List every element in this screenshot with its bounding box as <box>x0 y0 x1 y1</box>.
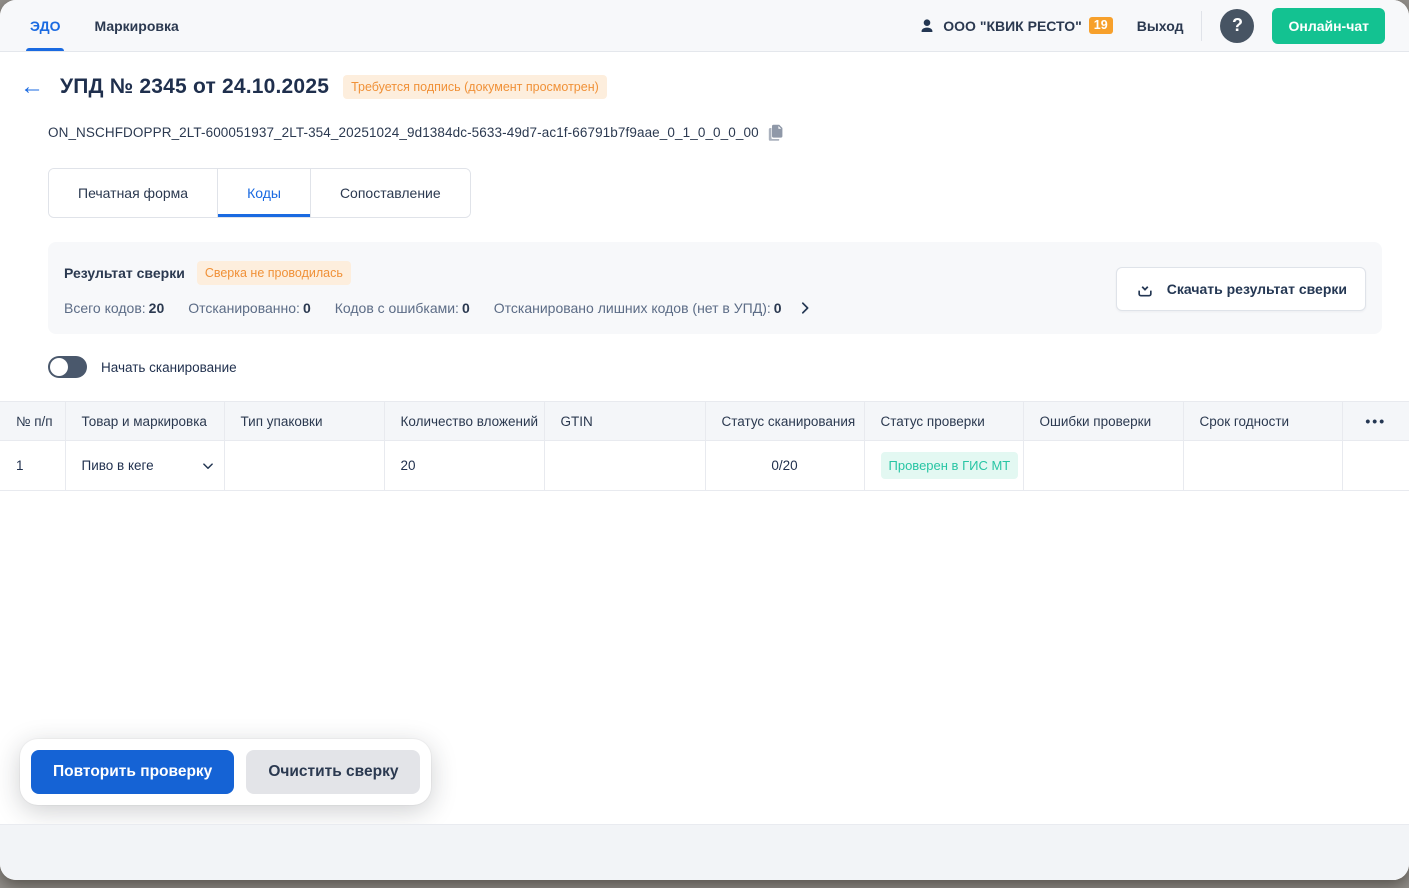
repeat-check-button[interactable]: Повторить проверку <box>31 750 234 794</box>
tab-matching[interactable]: Сопоставление <box>310 169 470 217</box>
col-check-errors: Ошибки проверки <box>1023 402 1183 441</box>
product-dropdown[interactable]: Пиво в кеге <box>82 458 214 473</box>
main-content: ← УПД № 2345 от 24.10.2025 Требуется под… <box>0 52 1409 824</box>
start-scan-toggle[interactable] <box>48 356 87 378</box>
download-result-button[interactable]: Скачать результат сверки <box>1116 267 1366 311</box>
footer-strip <box>0 824 1409 880</box>
toggle-knob <box>50 358 68 376</box>
cell-expiry <box>1183 441 1342 491</box>
check-status-badge: Проверен в ГИС МТ <box>881 452 1019 479</box>
col-scan-status: Статус сканирования <box>705 402 864 441</box>
verification-stats: Всего кодов:20 Отсканированно:0 Кодов с … <box>64 300 812 316</box>
codes-table: № п/п Товар и маркировка Тип упаковки Ко… <box>0 401 1409 491</box>
user-icon <box>918 17 936 35</box>
verification-status-badge: Сверка не проводилась <box>197 261 351 285</box>
org-name: ООО "КВИК РЕСТО" <box>943 18 1082 34</box>
floating-action-panel: Повторить проверку Очистить сверку <box>20 739 431 805</box>
cell-nested-count: 20 <box>384 441 544 491</box>
cell-gtin <box>544 441 705 491</box>
product-name: Пиво в кеге <box>82 458 154 473</box>
verification-panel: Результат сверки Сверка не проводилась В… <box>48 242 1382 334</box>
chevron-down-icon <box>202 460 214 472</box>
stat-scanned: Отсканированно:0 <box>188 300 311 316</box>
copy-icon[interactable] <box>768 123 784 141</box>
col-expiry: Срок годности <box>1183 402 1342 441</box>
org-notification-badge: 19 <box>1089 17 1113 35</box>
cell-product: Пиво в кеге <box>65 441 224 491</box>
scan-toggle-row: Начать сканирование <box>48 356 1409 378</box>
tab-printed-form[interactable]: Печатная форма <box>49 169 217 217</box>
document-filename: ON_NSCHFDOPPR_2LT-600051937_2LT-354_2025… <box>48 125 759 140</box>
cell-more <box>1342 441 1409 491</box>
stat-error-codes: Кодов с ошибками:0 <box>335 300 470 316</box>
tab-codes[interactable]: Коды <box>217 169 310 217</box>
verification-title: Результат сверки <box>64 265 185 281</box>
clear-verification-button[interactable]: Очистить сверку <box>246 750 420 794</box>
title-row: ← УПД № 2345 от 24.10.2025 Требуется под… <box>18 75 1409 99</box>
document-status-badge: Требуется подпись (документ просмотрен) <box>343 75 607 99</box>
help-button[interactable]: ? <box>1220 9 1254 43</box>
stat-extra-codes: Отсканировано лишних кодов (нет в УПД):0 <box>494 300 782 316</box>
col-gtin: GTIN <box>544 402 705 441</box>
col-product: Товар и маркировка <box>65 402 224 441</box>
cell-check-errors <box>1023 441 1183 491</box>
cell-scan-status: 0/20 <box>705 441 864 491</box>
download-icon <box>1135 279 1155 299</box>
nav-item-markirovka[interactable]: Маркировка <box>94 0 178 51</box>
table-header-row: № п/п Товар и маркировка Тип упаковки Ко… <box>0 402 1409 441</box>
top-bar-right: ООО "КВИК РЕСТО" 19 Выход ? Онлайн-чат <box>918 0 1385 51</box>
cell-check-status: Проверен в ГИС МТ <box>864 441 1023 491</box>
back-arrow-icon[interactable]: ← <box>18 75 46 99</box>
user-org-menu[interactable]: ООО "КВИК РЕСТО" 19 <box>918 17 1112 35</box>
logout-link[interactable]: Выход <box>1137 18 1184 34</box>
top-bar: ЭДО Маркировка ООО "КВИК РЕСТО" 19 Выход… <box>0 0 1409 52</box>
download-label: Скачать результат сверки <box>1167 281 1347 297</box>
top-navigation: ЭДО Маркировка <box>30 0 179 51</box>
cell-package-type <box>224 441 384 491</box>
question-mark-icon: ? <box>1232 15 1243 36</box>
col-package-type: Тип упаковки <box>224 402 384 441</box>
table-row: 1 Пиво в кеге 20 0/20 Пров <box>0 441 1409 491</box>
scan-toggle-label: Начать сканирование <box>101 360 237 375</box>
online-chat-button[interactable]: Онлайн-чат <box>1272 8 1385 44</box>
document-tabs: Печатная форма Коды Сопоставление <box>48 168 471 218</box>
column-settings-button[interactable]: ••• <box>1365 413 1386 429</box>
cell-num: 1 <box>0 441 65 491</box>
stat-total-codes: Всего кодов:20 <box>64 300 164 316</box>
col-nested-count: Количество вложений <box>384 402 544 441</box>
topbar-divider <box>1201 11 1202 41</box>
verification-info: Результат сверки Сверка не проводилась В… <box>64 261 812 316</box>
col-more: ••• <box>1342 402 1409 441</box>
page-title: УПД № 2345 от 24.10.2025 <box>60 75 329 99</box>
chevron-right-icon[interactable] <box>798 301 812 315</box>
col-num: № п/п <box>0 402 65 441</box>
nav-item-edo[interactable]: ЭДО <box>30 0 60 51</box>
col-check-status: Статус проверки <box>864 402 1023 441</box>
app-window: ЭДО Маркировка ООО "КВИК РЕСТО" 19 Выход… <box>0 0 1409 880</box>
file-row: ON_NSCHFDOPPR_2LT-600051937_2LT-354_2025… <box>48 123 1409 141</box>
